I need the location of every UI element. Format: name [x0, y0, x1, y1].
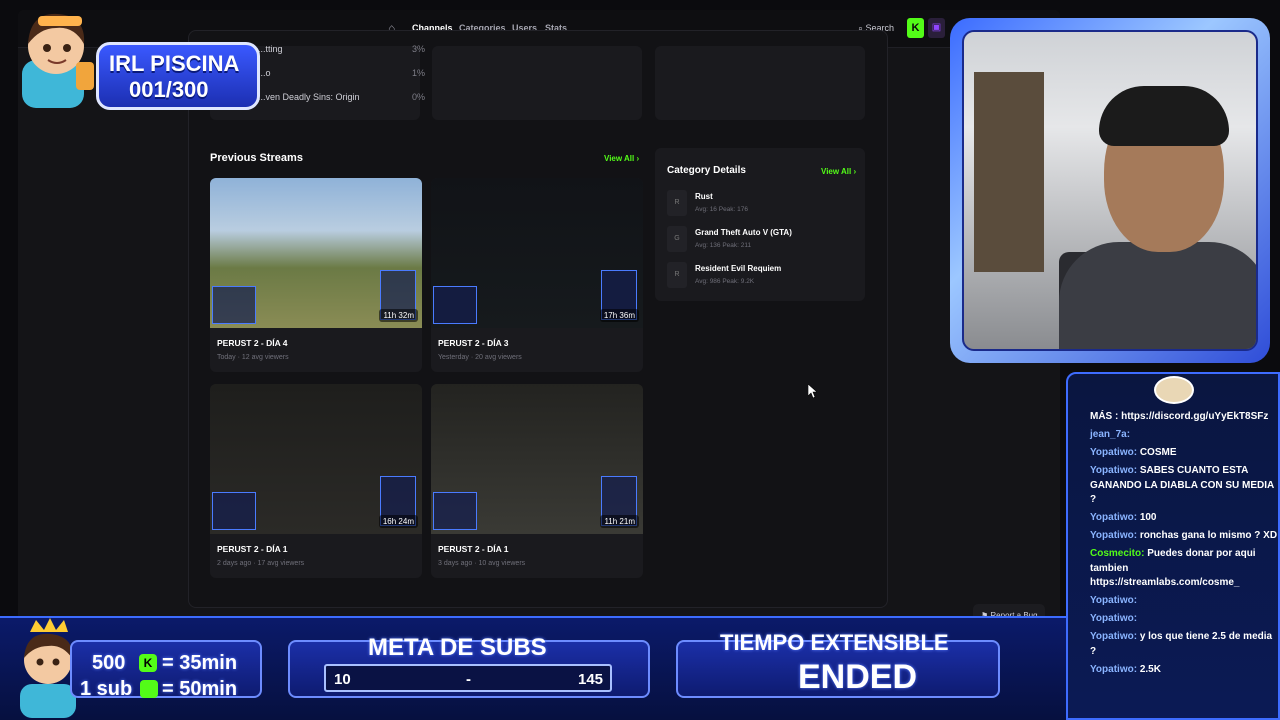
kick-rate-time: = 35min: [162, 652, 238, 674]
category-letter: R: [667, 190, 687, 216]
stream-title: PERUST 2 - DÍA 1: [217, 544, 288, 554]
stats-card-2: [432, 46, 642, 120]
chat-message: Yopatiwo: COSME: [1090, 447, 1177, 458]
category-details-view-all[interactable]: View All ›: [821, 167, 856, 176]
stream-duration: 17h 36m: [599, 309, 639, 322]
category-item[interactable]: G Grand Theft Auto V (GTA) Avg: 136 Peak…: [667, 226, 857, 252]
stream-thumbnail: 17h 36m: [431, 178, 643, 328]
kick-icon: K: [139, 654, 157, 672]
top-category-percent: 1%: [412, 68, 426, 78]
chat-message: Yopatiwo: y los que tiene 2.5 de media ?: [1090, 631, 1273, 657]
stream-card[interactable]: 11h 21m PERUST 2 - DÍA 1 3 days ago · 10…: [431, 384, 643, 578]
chat-message: Yopatiwo:: [1090, 595, 1138, 606]
irl-piscina-badge: IRL PISCINA 001/300: [96, 42, 260, 110]
meta-subs-progress: 10 - 145: [324, 664, 612, 692]
stream-meta: 2 days ago · 17 avg viewers: [217, 560, 305, 567]
stream-meta: Yesterday · 20 avg viewers: [438, 354, 522, 361]
top-category-percent: 0%: [412, 92, 426, 102]
stream-duration: 11h 32m: [379, 309, 418, 322]
meta-current: 10: [334, 671, 351, 688]
chat-list: MÁS : https://discord.gg/uYyEkT8SFz jean…: [1090, 410, 1278, 681]
kick-rate-amount: 500: [92, 652, 126, 674]
category-item[interactable]: R Rust Avg: 16 Peak: 176: [667, 190, 857, 216]
chat-panel: MÁS : https://discord.gg/uYyEkT8SFz jean…: [1066, 372, 1280, 720]
twitch-icon[interactable]: ▣: [928, 18, 945, 38]
stream-title: PERUST 2 - DÍA 3: [438, 338, 509, 348]
previous-streams-title: Previous Streams: [210, 152, 303, 164]
previous-streams-view-all[interactable]: View All ›: [604, 154, 639, 163]
stream-thumbnail: 16h 24m: [210, 384, 422, 534]
stream-card[interactable]: 17h 36m PERUST 2 - DÍA 3 Yesterday · 20 …: [431, 178, 643, 372]
stream-thumbnail: 11h 21m: [431, 384, 643, 534]
category-name: Resident Evil Requiem: [695, 264, 782, 273]
stream-meta: Today · 12 avg viewers: [217, 354, 289, 361]
gift-icon: [140, 680, 158, 698]
sub-rate-amount: 1 sub: [80, 678, 133, 700]
category-letter: R: [667, 262, 687, 288]
hamster-icon: [1154, 376, 1194, 404]
category-details-title: Category Details: [667, 165, 746, 176]
badge-title: IRL PISCINA: [109, 51, 240, 76]
chat-message: MÁS : https://discord.gg/uYyEkT8SFz: [1090, 411, 1269, 422]
category-details-card: Category Details View All › R Rust Avg: …: [655, 148, 865, 301]
category-stats: Avg: 136 Peak: 211: [695, 242, 752, 249]
category-name: Rust: [695, 192, 713, 201]
stream-duration: 11h 21m: [600, 515, 639, 528]
screen: ⌂ Channels Categories Users Stats ⌕ Sear…: [0, 0, 1280, 720]
category-letter: G: [667, 226, 687, 252]
meta-subs-title: META DE SUBS: [368, 634, 547, 661]
stream-thumbnail: 11h 32m: [210, 178, 422, 328]
category-stats: Avg: 16 Peak: 176: [695, 206, 749, 213]
chat-message: Yopatiwo: 2.5K: [1090, 663, 1161, 675]
top-category-percent: 3%: [412, 44, 426, 54]
stream-title: PERUST 2 - DÍA 4: [217, 338, 288, 348]
chat-message: Yopatiwo: SABES CUANTO ESTA GANANDO LA D…: [1090, 465, 1274, 505]
tiempo-title: TIEMPO EXTENSIBLE: [720, 630, 949, 655]
stream-meta: 3 days ago · 10 avg viewers: [438, 560, 526, 567]
top-category-name: ...ven Deadly Sins: Origin: [258, 92, 360, 102]
category-stats: Avg: 986 Peak: 9.2K: [695, 278, 755, 285]
chat-message: Yopatiwo:: [1090, 613, 1138, 624]
stream-title: PERUST 2 - DÍA 1: [438, 544, 509, 554]
meta-goal: 145: [578, 671, 604, 688]
chat-message: Cosmecito: Puedes donar por aqui tambien…: [1090, 548, 1256, 588]
kick-icon[interactable]: K: [907, 18, 924, 38]
chat-message: jean_7a:: [1090, 429, 1131, 440]
chat-message: Yopatiwo: 100: [1090, 512, 1157, 523]
chat-message: Yopatiwo: ronchas gana lo mismo ? XD: [1090, 530, 1278, 541]
sub-rate-time: = 50min: [162, 678, 238, 700]
meta-separator: -: [466, 671, 471, 688]
streamer-avatar-icon: [22, 13, 94, 108]
category-item[interactable]: R Resident Evil Requiem Avg: 986 Peak: 9…: [667, 262, 857, 288]
tiempo-status: ENDED: [798, 658, 918, 696]
webcam-frame: [950, 18, 1270, 363]
category-name: Grand Theft Auto V (GTA): [695, 228, 792, 237]
stream-card[interactable]: 16h 24m PERUST 2 - DÍA 1 2 days ago · 17…: [210, 384, 422, 578]
webcam-feed: [962, 30, 1258, 351]
stream-duration: 16h 24m: [378, 515, 418, 528]
stream-card[interactable]: 11h 32m PERUST 2 - DÍA 4 Today · 12 avg …: [210, 178, 422, 372]
stats-card-3: [655, 46, 865, 120]
mouse-cursor-icon: [808, 384, 817, 398]
badge-counter: 001/300: [129, 77, 209, 102]
top-category-name: ...tting: [258, 44, 283, 54]
